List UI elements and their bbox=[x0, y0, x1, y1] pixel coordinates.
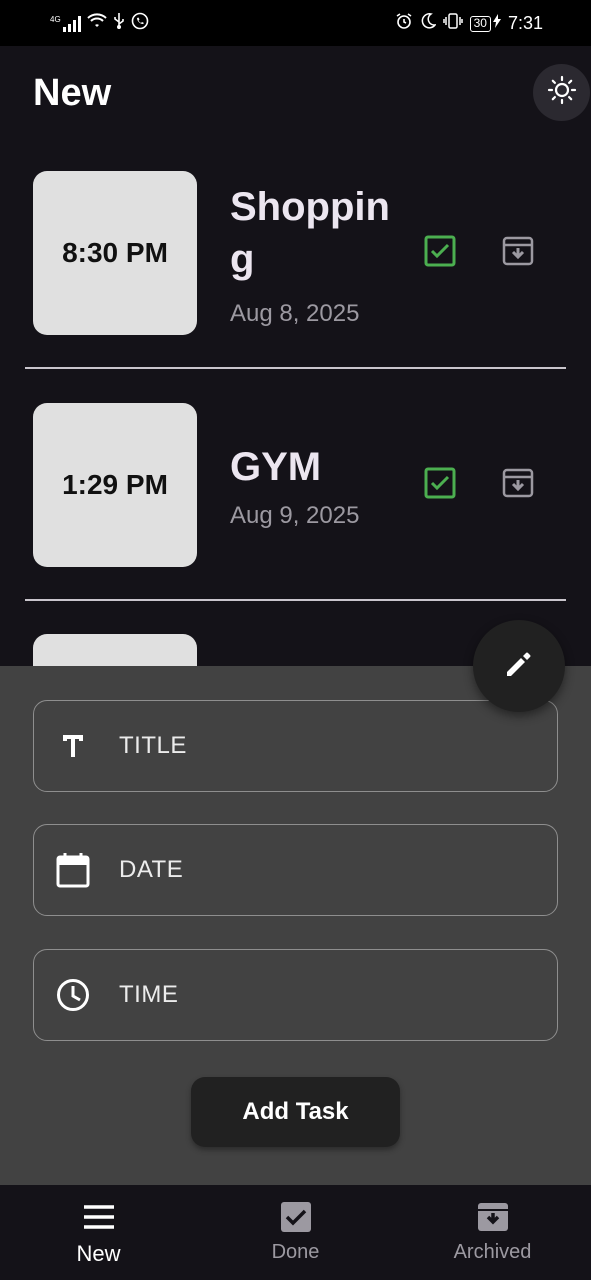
check-box-icon bbox=[424, 467, 456, 504]
mark-done-button[interactable] bbox=[422, 235, 458, 271]
task-title: Shopping bbox=[230, 185, 390, 281]
bottom-nav: New Done Archived bbox=[0, 1185, 591, 1280]
title-field-label: TITLE bbox=[119, 732, 187, 759]
theme-toggle-button[interactable] bbox=[533, 64, 590, 121]
battery-icon: 30 bbox=[469, 15, 491, 32]
archive-icon bbox=[475, 1199, 511, 1235]
add-task-button[interactable]: Add Task bbox=[191, 1077, 400, 1147]
add-task-sheet: TITLE DATE TIME Add Task bbox=[0, 666, 591, 1185]
archive-icon bbox=[502, 467, 534, 504]
nav-item-done[interactable]: Done bbox=[197, 1185, 394, 1280]
time-field[interactable]: TIME bbox=[33, 949, 558, 1041]
task-date: Aug 9, 2025 bbox=[230, 502, 360, 529]
charging-icon bbox=[492, 14, 501, 33]
divider bbox=[25, 599, 566, 601]
pencil-icon bbox=[503, 648, 535, 685]
status-right: 30 7:31 bbox=[395, 12, 543, 35]
task-item: 1:29 PM GYM Aug 9, 2025 bbox=[0, 403, 591, 635]
check-box-icon bbox=[424, 235, 456, 272]
title-field[interactable]: TITLE bbox=[33, 700, 558, 792]
page-title: New bbox=[33, 72, 112, 114]
mark-done-button[interactable] bbox=[422, 467, 458, 503]
task-item: 8:30 PM Shopping Aug 8, 2025 bbox=[0, 171, 591, 403]
date-field[interactable]: DATE bbox=[33, 824, 558, 916]
nav-label-new: New bbox=[76, 1241, 121, 1266]
task-time: 8:30 PM bbox=[33, 171, 197, 335]
status-left: 4G bbox=[50, 12, 149, 35]
archive-icon bbox=[502, 235, 534, 272]
edit-fab-button[interactable] bbox=[473, 620, 565, 712]
wifi-icon bbox=[86, 13, 107, 34]
status-bar: 4G 30 7:31 bbox=[0, 0, 591, 46]
text-title-icon bbox=[54, 727, 92, 765]
nav-item-new[interactable]: New bbox=[0, 1185, 197, 1280]
vibrate-icon bbox=[442, 13, 463, 34]
alarm-icon bbox=[395, 12, 413, 35]
task-title: GYM bbox=[230, 445, 322, 489]
sun-icon bbox=[547, 75, 577, 110]
clock-icon bbox=[54, 976, 92, 1014]
check-box-icon bbox=[278, 1199, 314, 1235]
date-field-label: DATE bbox=[119, 856, 184, 883]
nav-label-archived: Archived bbox=[453, 1241, 532, 1263]
whatsapp-icon bbox=[131, 12, 149, 35]
status-time: 7:31 bbox=[507, 13, 543, 33]
moon-icon bbox=[420, 13, 437, 34]
nav-item-archived[interactable]: Archived bbox=[394, 1185, 591, 1280]
nav-label-done: Done bbox=[271, 1241, 320, 1263]
divider bbox=[25, 367, 566, 369]
time-field-label: TIME bbox=[119, 981, 179, 1008]
menu-icon bbox=[81, 1199, 117, 1235]
signal-icon: 4G bbox=[50, 14, 81, 32]
task-time: 1:29 PM bbox=[33, 403, 197, 567]
app-screen: 4G 30 7:31 New 8:30 PM Shopping Aug 8, 2… bbox=[0, 0, 591, 1280]
calendar-icon bbox=[54, 851, 92, 889]
network-type: 4G bbox=[50, 14, 61, 24]
archive-button[interactable] bbox=[500, 467, 536, 503]
task-date: Aug 8, 2025 bbox=[230, 300, 360, 327]
usb-icon bbox=[113, 13, 125, 34]
archive-button[interactable] bbox=[500, 235, 536, 271]
